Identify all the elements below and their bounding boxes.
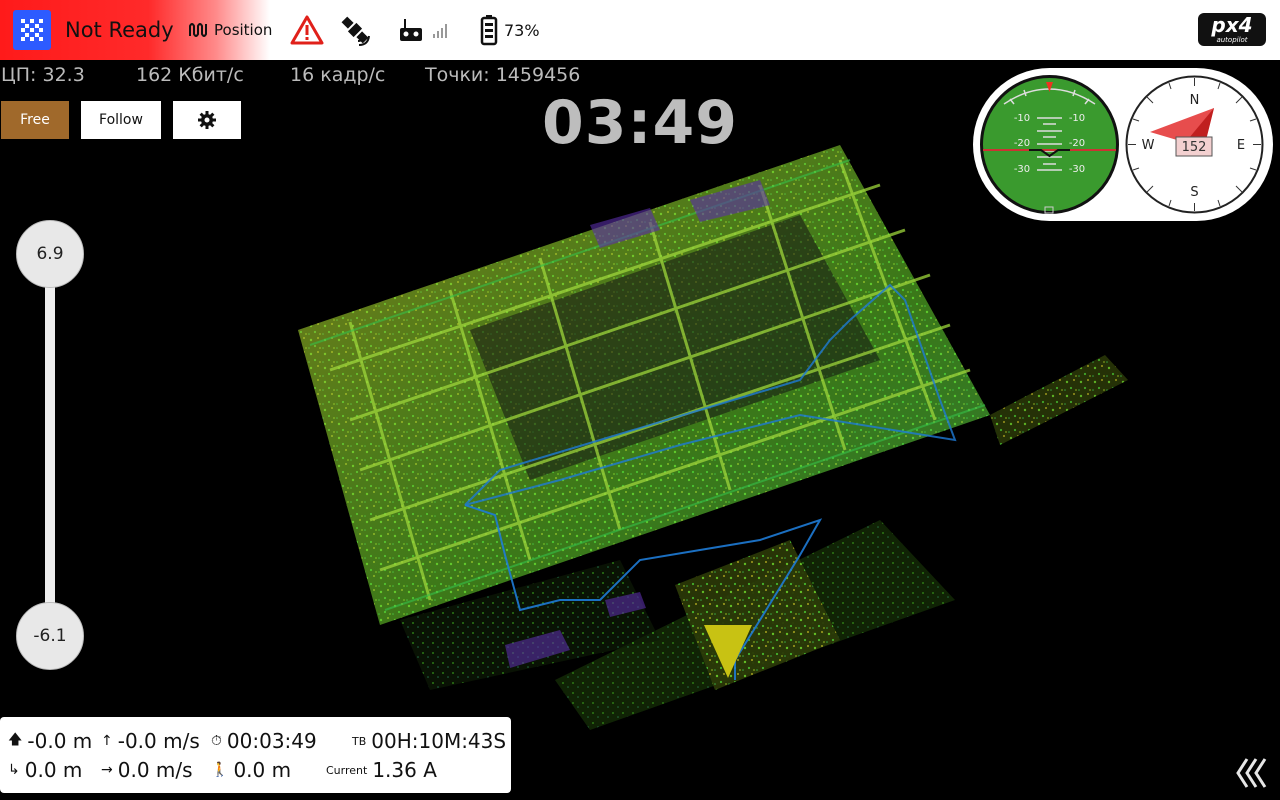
settings-button[interactable] — [173, 101, 241, 139]
telemetry-panel[interactable]: 🡅 -0.0 m ↑ -0.0 m/s ⏱ 00:03:49 TB 00H:10… — [0, 717, 511, 793]
altitude-slider-min-knob[interactable]: -6.1 — [16, 602, 84, 670]
altitude-value: 🡅 -0.0 m — [8, 729, 93, 753]
rc-rssi-indicator[interactable] — [398, 0, 450, 60]
qgc-logo-icon[interactable] — [13, 10, 51, 50]
px4-logo: px4 autopilot — [1198, 13, 1266, 46]
fps-stat: 16 кадр/с — [290, 64, 386, 86]
compass-n-label: N — [1190, 93, 1200, 108]
mission-timer: 03:49 — [542, 88, 738, 158]
points-stat: Точки: 1459456 — [425, 64, 581, 86]
svg-text:-10: -10 — [1069, 113, 1085, 124]
svg-text:-10: -10 — [1014, 113, 1030, 124]
walking-icon: 🚶 — [211, 762, 229, 778]
follow-view-button[interactable]: Follow — [81, 101, 161, 139]
altitude-slider-track[interactable] — [45, 254, 55, 636]
compass-e-label: E — [1237, 138, 1245, 153]
cpu-stat: ЦП: 32.3 — [1, 64, 85, 86]
bitrate-stat: 162 Кбит/с — [136, 64, 244, 86]
horizontal-speed-icon: → — [101, 762, 113, 778]
app-window: Not Ready Position 73% px4 autopilot ЦП:… — [0, 0, 1280, 800]
warning-indicator[interactable] — [290, 0, 324, 60]
svg-text:-30: -30 — [1014, 164, 1030, 175]
compass-w-label: W — [1142, 138, 1155, 153]
vertical-speed-icon: ↑ — [101, 733, 113, 749]
battery-icon — [480, 15, 498, 46]
gear-icon — [198, 111, 216, 129]
rc-transmitter-icon — [400, 19, 422, 41]
satellite-icon — [341, 16, 370, 46]
signal-bars-icon — [433, 24, 447, 38]
horizontal-speed-value: → 0.0 m/s — [101, 758, 193, 782]
altitude-slider-max-knob[interactable]: 6.9 — [16, 220, 84, 288]
top-toolbar: Not Ready Position 73% px4 autopilot — [0, 0, 1280, 60]
flight-mode-selector[interactable]: Position — [188, 0, 272, 60]
vertical-speed-value: ↑ -0.0 m/s — [101, 729, 200, 753]
svg-text:-30: -30 — [1069, 164, 1085, 175]
distance-value: ↳ 0.0 m — [8, 758, 83, 782]
instrument-panel[interactable]: -10 -20 -30 -10 -20 -30 N S W E 152 — [973, 68, 1273, 221]
compass: N S W E 152 — [1125, 75, 1264, 214]
battery-indicator[interactable]: 73% — [480, 0, 540, 60]
flight-time-value: ⏱ 00:03:49 — [211, 729, 317, 753]
current-value: Current 1.36 A — [326, 758, 437, 782]
stopwatch-icon: ⏱ — [211, 733, 222, 749]
compass-s-label: S — [1190, 185, 1198, 200]
ready-status[interactable]: Not Ready — [65, 0, 174, 60]
flight-time-remaining-value: TB 00H:10M:43S — [352, 729, 507, 753]
signal-wave-icon — [189, 23, 207, 37]
svg-text:-20: -20 — [1069, 138, 1085, 149]
altitude-icon: 🡅 — [8, 732, 23, 748]
gps-indicator[interactable] — [338, 0, 372, 60]
attitude-indicator: -10 -20 -30 -10 -20 -30 — [980, 75, 1119, 214]
distance-to-home-value: 🚶 0.0 m — [211, 758, 292, 782]
distance-icon: ↳ — [8, 762, 20, 778]
chevrons-left-icon — [1236, 758, 1267, 788]
collapse-panel-button[interactable] — [1232, 755, 1272, 791]
warning-icon — [290, 15, 324, 45]
heading-value: 152 — [1182, 140, 1207, 155]
free-view-button[interactable]: Free — [1, 101, 69, 139]
svg-text:-20: -20 — [1014, 138, 1030, 149]
